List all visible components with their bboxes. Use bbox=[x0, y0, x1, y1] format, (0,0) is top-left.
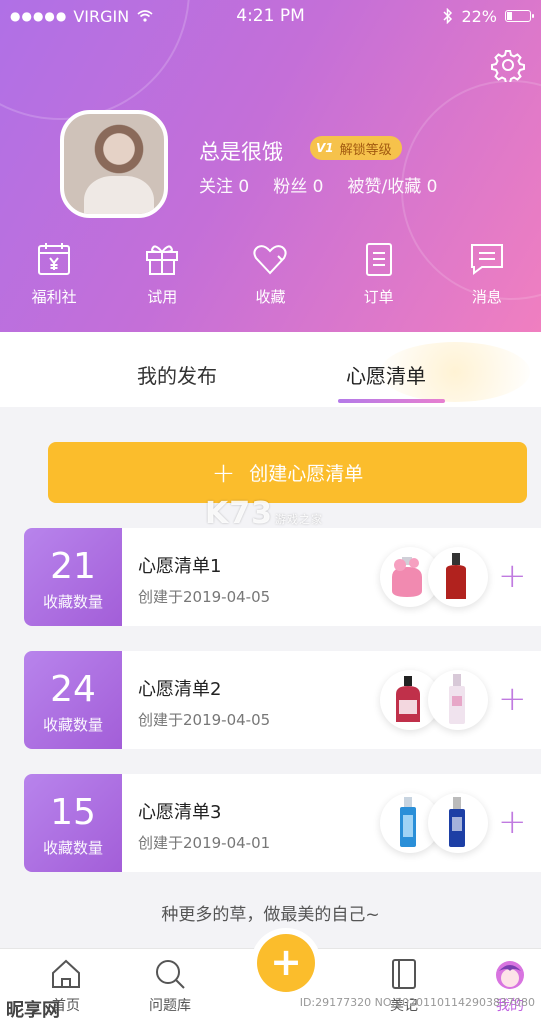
quick-link-messages[interactable]: 消息 bbox=[433, 240, 541, 307]
wishlist-date: 创建于2019-04-05 bbox=[138, 711, 271, 729]
create-wishlist-label: 创建心愿清单 bbox=[249, 463, 364, 485]
fans-count[interactable]: 粉丝 0 bbox=[273, 172, 323, 197]
home-icon bbox=[52, 959, 80, 988]
wishlist-count-label: 收藏数量 bbox=[42, 716, 103, 734]
username: 总是很饿 bbox=[199, 140, 283, 164]
avatar[interactable] bbox=[60, 110, 168, 218]
serum-bottle-icon bbox=[446, 553, 466, 599]
add-to-wishlist-button[interactable]: + bbox=[498, 804, 534, 840]
level-icon: V1 bbox=[316, 141, 334, 155]
tagline: 种更多的草，做最美的自己~ bbox=[161, 905, 380, 925]
profile-icon bbox=[496, 961, 524, 989]
lotion-bottle-icon bbox=[449, 674, 465, 724]
heart-icon bbox=[253, 245, 288, 275]
wishlist-title: 心愿清单3 bbox=[138, 802, 222, 823]
quick-link-orders[interactable]: 订单 bbox=[325, 240, 433, 307]
clipboard-icon bbox=[365, 243, 392, 276]
unlock-level-badge[interactable]: V1 解锁等级 bbox=[310, 136, 402, 160]
active-tab-indicator bbox=[338, 399, 445, 403]
profile-stats: 关注 0 粉丝 0 被赞/收藏 0 bbox=[199, 172, 437, 197]
quick-links: 福利社 试用 收藏 订单 消息 bbox=[0, 240, 541, 307]
quick-link-label: 收藏 bbox=[255, 288, 286, 306]
watermark-id: ID:29177320 NO:20201101142903837080 bbox=[299, 996, 535, 1009]
profile-header: ●●●●● VIRGIN 4:21 PM 22% 总是很饿 V1 解锁等级 关注… bbox=[0, 0, 541, 332]
wishlist-card[interactable]: 24 收藏数量 心愿清单2 创建于2019-04-05 + bbox=[24, 651, 541, 749]
plus-icon: + bbox=[211, 455, 236, 489]
add-to-wishlist-button[interactable]: + bbox=[498, 558, 534, 594]
chat-icon bbox=[470, 244, 503, 275]
product-thumbnail-serum[interactable] bbox=[428, 547, 488, 607]
wishlist-count-label: 收藏数量 bbox=[42, 839, 103, 857]
product-thumbnail-lotion[interactable] bbox=[428, 670, 488, 730]
battery-icon bbox=[505, 10, 534, 22]
wishlist-title: 心愿清单2 bbox=[138, 679, 222, 700]
calendar-yen-icon bbox=[38, 243, 71, 275]
water-bottle-icon bbox=[449, 797, 465, 847]
quick-link-label: 订单 bbox=[363, 288, 394, 306]
watermark: K73 游戏之家 bbox=[205, 496, 323, 531]
quick-link-welfare[interactable]: 福利社 bbox=[0, 240, 108, 307]
settings-gear-icon[interactable] bbox=[491, 48, 525, 82]
quick-link-label: 试用 bbox=[147, 288, 178, 306]
quick-link-trial[interactable]: 试用 bbox=[108, 240, 216, 307]
status-bar: ●●●●● VIRGIN 4:21 PM 22% bbox=[0, 0, 541, 32]
wishlist-count: 21 bbox=[50, 546, 96, 587]
wishlist-count: 15 bbox=[50, 792, 96, 833]
wishlist-count-block: 21 收藏数量 bbox=[24, 528, 126, 626]
wishlist-card[interactable]: 21 收藏数量 心愿清单1 创建于2019-04-05 + bbox=[24, 528, 541, 626]
notebook-icon bbox=[392, 959, 416, 989]
avatar-figure bbox=[84, 176, 154, 214]
quick-link-favorites[interactable]: 收藏 bbox=[216, 240, 324, 307]
create-wishlist-button[interactable]: + 创建心愿清单 bbox=[48, 442, 527, 503]
add-to-wishlist-button[interactable]: + bbox=[498, 681, 534, 717]
likes-count[interactable]: 被赞/收藏 0 bbox=[347, 172, 437, 197]
product-thumbnail-water[interactable] bbox=[428, 793, 488, 853]
quick-link-label: 福利社 bbox=[31, 288, 77, 306]
search-icon bbox=[156, 960, 185, 989]
watermark-brand: K73 bbox=[205, 496, 273, 531]
watermark-logo: 昵享网 bbox=[6, 1000, 60, 1021]
wishlist-card[interactable]: 15 收藏数量 心愿清单3 创建于2019-04-01 + bbox=[24, 774, 541, 872]
publish-fab-button[interactable]: + bbox=[257, 934, 315, 992]
wishlist-title: 心愿清单1 bbox=[138, 556, 222, 577]
wishlist-count-block: 24 收藏数量 bbox=[24, 651, 126, 749]
wishlist-count-block: 15 收藏数量 bbox=[24, 774, 126, 872]
watermark-sub: 游戏之家 bbox=[275, 513, 323, 526]
gift-icon bbox=[146, 245, 179, 275]
wishlist-count-label: 收藏数量 bbox=[42, 593, 103, 611]
wishlist-date: 创建于2019-04-01 bbox=[138, 834, 271, 852]
quick-link-label: 消息 bbox=[471, 288, 502, 306]
following-count[interactable]: 关注 0 bbox=[199, 172, 249, 197]
wishlist-count: 24 bbox=[50, 669, 96, 710]
unlock-level-label: 解锁等级 bbox=[339, 142, 392, 158]
wishlist-date: 创建于2019-04-05 bbox=[138, 588, 271, 606]
tab-bar: 我的发布 心愿清单 bbox=[0, 332, 541, 407]
bottom-watermark: 昵享网 ID:29177320 NO:20201101142903837080 bbox=[0, 996, 541, 1022]
tab-my-posts[interactable]: 我的发布 bbox=[137, 360, 217, 389]
tab-wishlist[interactable]: 心愿清单 bbox=[346, 360, 426, 389]
status-time: 4:21 PM bbox=[236, 6, 305, 26]
